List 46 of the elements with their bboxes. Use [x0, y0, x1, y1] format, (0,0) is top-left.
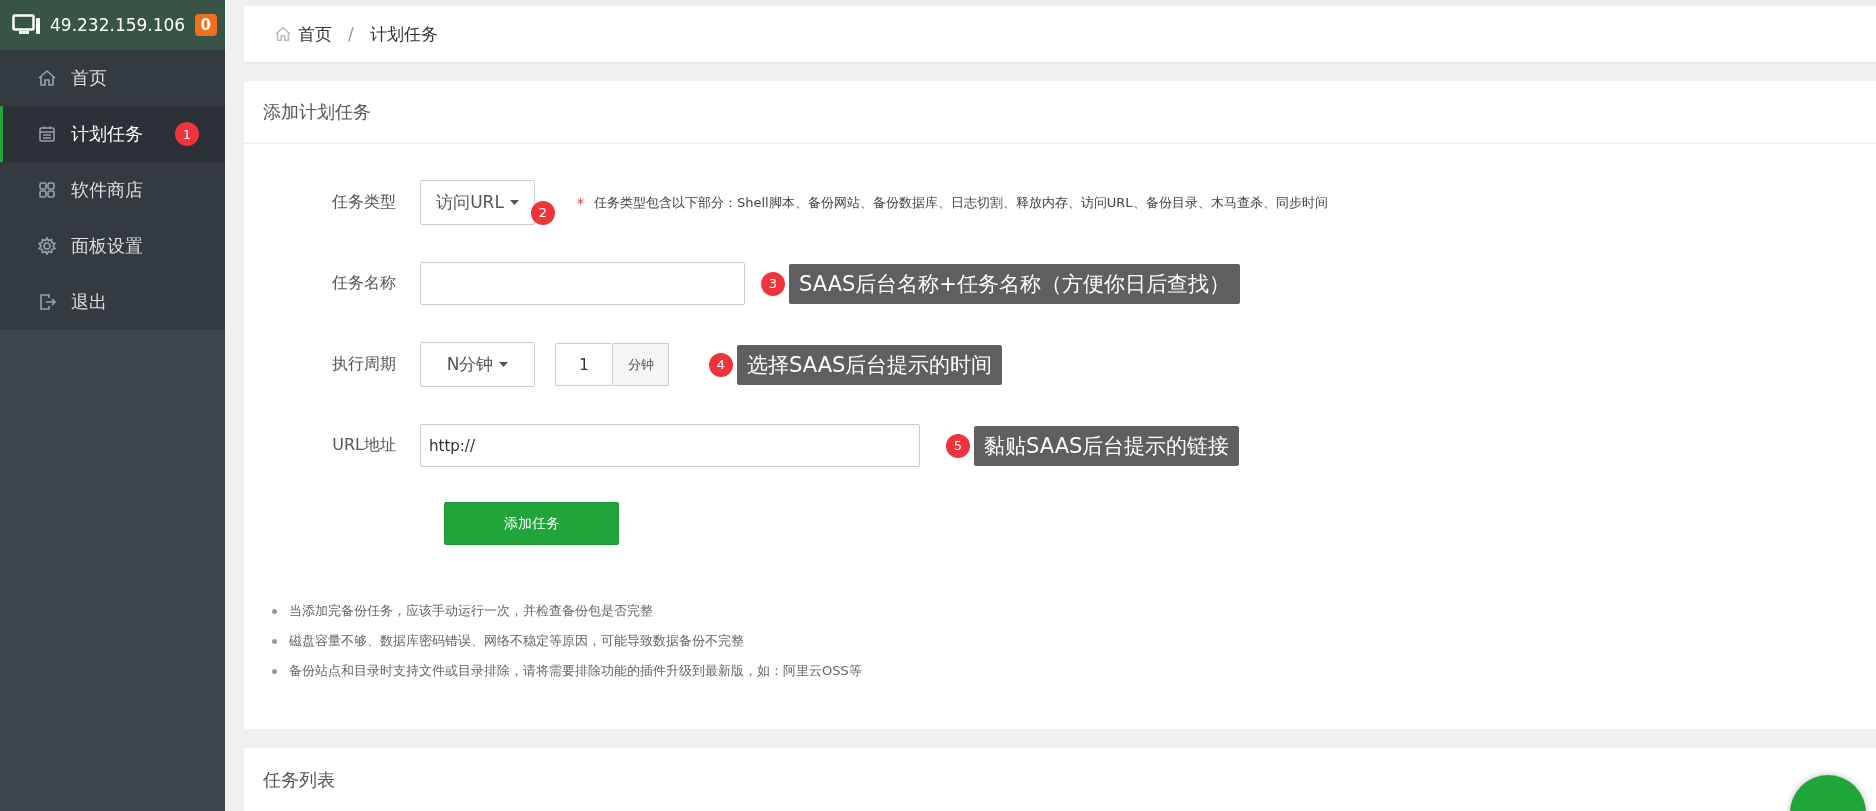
bullet-icon [272, 668, 277, 674]
menu-item[interactable]: 面板设置 [0, 218, 225, 274]
calendar-icon [37, 124, 57, 144]
breadcrumb-link[interactable]: 首页 [298, 22, 332, 46]
panel-title: 任务列表 [262, 767, 336, 792]
breadcrumb-link[interactable]: 计划任务 [369, 22, 438, 46]
monitor-icon [12, 14, 42, 36]
home-icon [274, 25, 292, 43]
field-label: 任务名称 [331, 273, 396, 294]
annotation-tooltip: 黏贴SAAS后台提示的链接 [974, 425, 1240, 466]
settings-icon [37, 236, 57, 256]
home-icon [37, 68, 57, 88]
step-marker: 4 [709, 352, 733, 377]
unit-label: 分钟 [613, 343, 669, 386]
menu-item[interactable]: 首页 [0, 50, 225, 106]
note-text: 当添加完备份任务，应该手动运行一次，并检查备份包是否完整 [289, 602, 653, 620]
caret-icon [499, 362, 509, 367]
menu-item[interactable]: 退出 [0, 274, 225, 330]
panel-title: 添加计划任务 [244, 81, 1876, 144]
note-text: 备份站点和目录时支持文件或目录排除，请将需要排除功能的插件升级到最新版，如：阿里云OSS等 [289, 662, 862, 680]
hint-text: 任务类型包含以下部分：Shell脚本、备份网站、备份数据库、日志切割、释放内存、访问URL、备份目录、木马查杀、同步时间 [594, 193, 1328, 212]
step-marker: 2 [531, 200, 555, 225]
bullet-icon [272, 638, 277, 644]
step-marker: 1 [175, 122, 199, 146]
annotation-tooltip: 选择SAAS后台提示的时间 [737, 344, 1003, 385]
logout-icon [37, 292, 57, 312]
grid-icon [37, 180, 57, 200]
required-mark: * [577, 194, 584, 211]
step-marker: 3 [761, 271, 785, 296]
url-field[interactable]: http:// [420, 424, 920, 467]
server-ip: 49.232.159.106 [50, 15, 187, 35]
task-type-dropdown[interactable]: 访问URL [420, 180, 535, 225]
step-marker: 5 [946, 433, 970, 458]
input-field[interactable] [420, 262, 745, 305]
field-label: URL地址 [331, 435, 396, 456]
period-dropdown[interactable]: N分钟 [420, 342, 535, 387]
annotation-tooltip: SAAS后台名称+任务名称（方便你日后查找） [789, 263, 1240, 304]
number-field[interactable]: 1 [555, 343, 613, 386]
field-label: 任务类型 [331, 192, 396, 213]
note-text: 磁盘容量不够、数据库密码错误、网络不稳定等原因，可能导致数据备份不完整 [289, 632, 744, 650]
field-label: 执行周期 [331, 354, 396, 375]
caret-icon [509, 200, 519, 205]
menu-item[interactable]: 软件商店 [0, 162, 225, 218]
menu-item[interactable]: 计划任务 1 [0, 106, 225, 162]
bullet-icon [272, 608, 277, 614]
breadcrumb-separator: / [348, 24, 354, 44]
